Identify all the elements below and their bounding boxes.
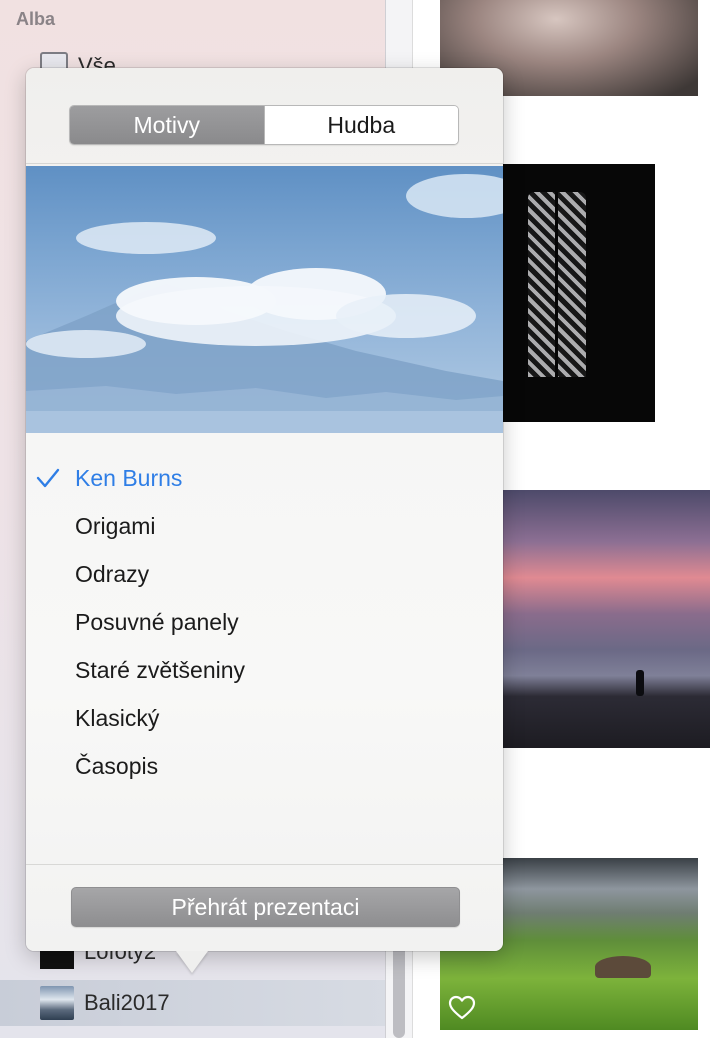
- theme-item-ken-burns[interactable]: Ken Burns: [26, 454, 503, 502]
- theme-item-origami[interactable]: Origami: [26, 502, 503, 550]
- theme-label: Ken Burns: [75, 464, 183, 491]
- theme-label: Odrazy: [75, 560, 150, 587]
- divider: [26, 163, 503, 164]
- theme-preview-image: [26, 166, 503, 433]
- sidebar-item-label: Bali2017: [84, 990, 170, 1015]
- popover-arrow: [176, 951, 208, 973]
- tab-themes[interactable]: Motivy: [70, 106, 264, 144]
- theme-label: Časopis: [75, 752, 159, 779]
- checkmark-icon: [36, 468, 60, 488]
- tab-segmented-control: Motivy Hudba: [69, 105, 459, 145]
- section-header-albums: Alba: [16, 9, 56, 29]
- theme-item-sliding-panels[interactable]: Posuvné panely: [26, 598, 503, 646]
- album-thumbnail-icon: [40, 986, 74, 1020]
- theme-label: Origami: [75, 512, 156, 539]
- theme-label: Posuvné panely: [75, 608, 239, 635]
- tab-music[interactable]: Hudba: [263, 106, 458, 144]
- divider: [26, 864, 503, 865]
- hut-shape: [595, 956, 651, 978]
- sidebar-item-bali2017[interactable]: Bali2017: [40, 985, 170, 1021]
- person-silhouette: [636, 670, 644, 696]
- theme-item-reflections[interactable]: Odrazy: [26, 550, 503, 598]
- preview-landscape: [26, 174, 503, 433]
- theme-label: Staré zvětšeniny: [75, 656, 246, 683]
- heart-icon[interactable]: [448, 994, 476, 1022]
- theme-item-classic[interactable]: Klasický: [26, 694, 503, 742]
- theme-list: Ken Burns Origami Odrazy Posuvné panely …: [26, 454, 503, 790]
- theme-item-vintage-prints[interactable]: Staré zvětšeniny: [26, 646, 503, 694]
- slideshow-popover: Motivy Hudba Ken Burns Origami Odrazy Po…: [26, 68, 503, 951]
- theme-item-magazine[interactable]: Časopis: [26, 742, 503, 790]
- theme-label: Klasický: [75, 704, 160, 731]
- play-slideshow-button[interactable]: Přehrát prezentaci: [71, 887, 460, 927]
- door-shape: [528, 192, 586, 377]
